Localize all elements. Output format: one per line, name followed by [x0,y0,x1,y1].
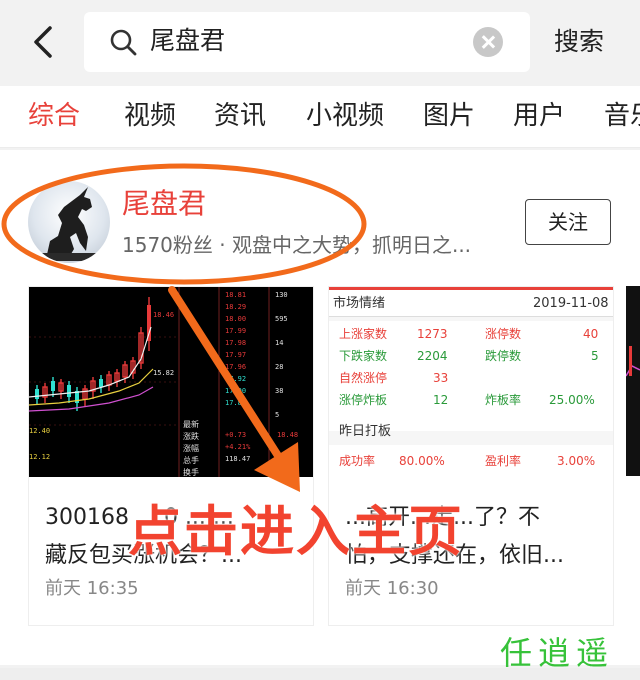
svg-text:换手: 换手 [183,467,199,477]
post-time: 前天 16:35 [45,578,139,599]
market-section: 昨日打板 [339,424,392,439]
svg-text:总手: 总手 [183,455,199,465]
search-header: 尾盘君 搜索 [0,0,640,86]
svg-text:18.48: 18.48 [277,431,298,439]
svg-text:130: 130 [275,291,288,299]
svg-text:28: 28 [275,363,283,371]
svg-text:+0.73: +0.73 [225,431,246,439]
svg-text:涨跌: 涨跌 [183,431,199,441]
market-table-header: 市场情绪 2019-11-08 [329,287,613,317]
svg-text:17.88: 17.88 [225,399,246,407]
search-button[interactable]: 搜索 [554,24,604,60]
tab-music[interactable]: 音乐 [604,98,640,134]
search-icon [110,29,137,56]
watermark: 任逍遥 [500,634,615,672]
svg-text:18.81: 18.81 [225,291,246,299]
svg-text:最新: 最新 [183,419,199,429]
market-board-stats: 成功率 80.00% 盈利率 3.00% [329,445,613,477]
post-thumbnail: 18.81 18.29 18.00 17.99 17.98 17.97 17.96 17… [29,287,313,477]
clear-icon[interactable] [473,27,503,57]
svg-text:17.90: 17.90 [225,387,246,395]
market-value: 40 [583,327,599,341]
avatar[interactable] [28,181,110,263]
market-label: 涨停炸板 [339,393,388,407]
tab-users[interactable]: 用户 [513,98,565,134]
success-value: 80.00% [399,454,445,468]
search-input[interactable]: 尾盘君 [84,12,530,72]
market-label: 下跌家数 [339,349,388,363]
post-card-2[interactable]: 市场情绪 2019-11-08 上涨家数 1273 涨停数 40 下跌家数 22… [328,286,614,626]
profit-value: 3.00% [557,454,596,468]
post-card-1[interactable]: 18.81 18.29 18.00 17.99 17.98 17.97 17.96 17… [28,286,314,626]
svg-text:5: 5 [275,411,279,419]
market-title: 市场情绪 [333,296,386,311]
svg-text:12.40: 12.40 [29,427,50,435]
svg-text:17.97: 17.97 [225,351,246,359]
market-stats: 上涨家数 1273 涨停数 40 下跌家数 2204 跌停数 5 自然涨停 33… [329,321,613,431]
post-card-3-partial[interactable] [626,286,640,476]
search-query: 尾盘君 [150,26,226,55]
market-value: 2204 [417,349,448,363]
follow-button[interactable]: 关注 [525,199,611,245]
tab-video[interactable]: 视频 [124,98,176,134]
success-label: 成功率 [339,454,376,468]
svg-text:17.16: 17.16 [277,455,298,463]
svg-text:18.29: 18.29 [225,303,246,311]
user-name[interactable]: 尾盘君 [122,185,206,223]
market-date: 2019-11-08 [533,296,609,311]
market-value: 12 [433,393,449,407]
market-label: 炸板率 [485,393,522,407]
svg-text:15.82: 15.82 [153,369,174,377]
market-value: 1273 [417,327,448,341]
svg-text:涨幅: 涨幅 [183,443,199,453]
svg-text:+4.21%: +4.21% [225,443,251,451]
unicorn-logo-icon [38,187,100,261]
market-table-thumbnail: 市场情绪 2019-11-08 上涨家数 1273 涨停数 40 下跌家数 22… [329,287,613,477]
tab-images[interactable]: 图片 [423,98,475,134]
market-label: 上涨家数 [339,327,388,341]
market-value: 25.00% [549,393,595,407]
svg-text:18.00: 18.00 [225,315,246,323]
tab-all[interactable]: 综合 [28,98,80,134]
market-value: 5 [591,349,599,363]
svg-text:17.92: 17.92 [225,375,246,383]
svg-text:12.12: 12.12 [29,453,50,461]
chart-thumbnail-partial [626,346,640,377]
post-time: 前天 16:30 [345,578,439,599]
svg-text:38: 38 [275,387,283,395]
back-arrow-icon[interactable] [26,22,62,62]
annotation-text: 点击进入主页 [128,500,464,563]
svg-text:595: 595 [275,315,288,323]
category-tabs: 综合 视频 资讯 小视频 图片 用户 音乐 [0,86,640,148]
profit-label: 盈利率 [485,454,522,468]
svg-text:18.46: 18.46 [153,311,174,319]
svg-text:17.98: 17.98 [225,339,246,347]
stock-chart-thumbnail: 18.81 18.29 18.00 17.99 17.98 17.97 17.96 17… [29,287,313,477]
market-label: 跌停数 [485,349,522,363]
svg-text:17.99: 17.99 [225,327,246,335]
svg-text:17.96: 17.96 [225,363,246,371]
tab-short-video[interactable]: 小视频 [306,98,384,134]
svg-text:14: 14 [275,339,283,347]
user-description: 1570粉丝 · 观盘中之大势，抓明日之... [122,233,472,257]
market-label: 自然涨停 [339,371,388,385]
svg-text:118.47: 118.47 [225,455,250,463]
market-value: 33 [433,371,449,385]
tab-news[interactable]: 资讯 [214,98,266,134]
market-label: 涨停数 [485,327,522,341]
